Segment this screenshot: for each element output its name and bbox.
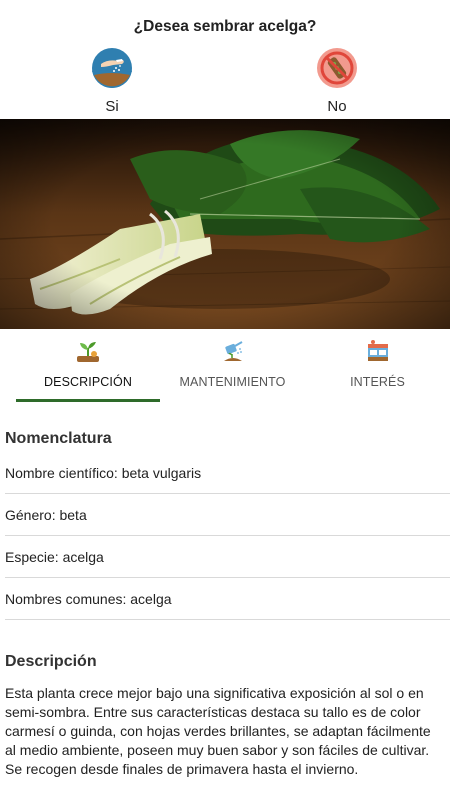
market-stand-icon xyxy=(367,340,388,361)
tab-interes-label: INTERÉS xyxy=(350,375,405,389)
no-seeds-icon xyxy=(317,48,357,88)
sowing-question: ¿Desea sembrar acelga? xyxy=(133,18,317,35)
tab-descripcion[interactable]: DESCRIPCIÓN xyxy=(16,329,160,402)
tab-mantenimiento[interactable]: MANTENIMIENTO xyxy=(160,329,305,402)
tab-mantenimiento-label: MANTENIMIENTO xyxy=(179,375,286,389)
nomenclature-row-common-names: Nombres comunes: acelga xyxy=(5,578,450,620)
hand-sowing-seeds-icon xyxy=(92,48,132,88)
watering-can-icon xyxy=(223,341,242,361)
tab-interes[interactable]: INTERÉS xyxy=(305,329,450,402)
chard-photo xyxy=(0,119,450,329)
active-tab-indicator xyxy=(16,399,160,402)
yes-label: Si xyxy=(105,98,119,115)
tab-descripcion-label: DESCRIPCIÓN xyxy=(44,375,132,389)
descripcion-text: Esta planta crece mejor bajo una signifi… xyxy=(5,685,431,777)
nomenclature-row-species: Especie: acelga xyxy=(5,536,450,578)
no-label: No xyxy=(327,98,347,115)
nomenclature-row-scientific-name: Nombre científico: beta vulgaris xyxy=(5,452,450,494)
no-button[interactable]: No xyxy=(292,48,382,115)
tab-bar: DESCRIPCIÓN MANTENIMIENTO INTERÉS xyxy=(0,329,450,402)
nomenclature-row-genus: Género: beta xyxy=(5,494,450,536)
nomenclatura-title: Nomenclatura xyxy=(5,430,112,447)
yes-button[interactable]: Si xyxy=(67,48,157,115)
descripcion-title: Descripción xyxy=(5,653,97,670)
plant-sprout-icon xyxy=(77,342,99,362)
